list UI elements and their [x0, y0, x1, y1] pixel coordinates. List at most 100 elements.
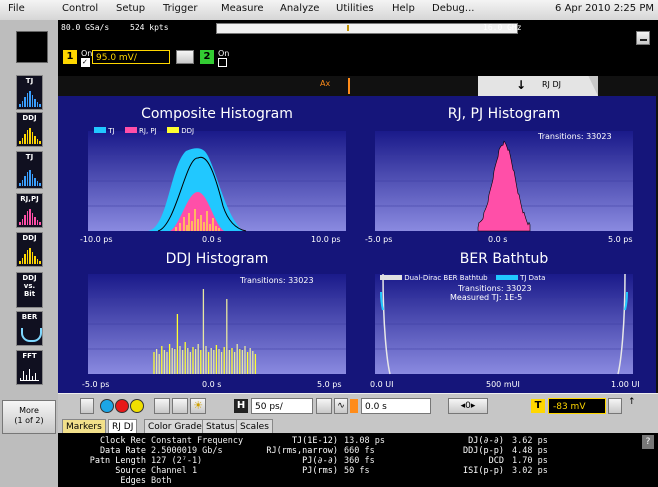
ber-xtick-0: 0.0 UI	[370, 380, 394, 389]
view-tab-spacer	[598, 76, 658, 96]
histogram-icon	[19, 247, 41, 264]
composite-legend: TJ RJ, PJ DDJ	[94, 127, 194, 135]
col2_values-1: 660 fs	[344, 446, 375, 456]
ber-xtick-1: 500 mUI	[486, 380, 520, 389]
help-button[interactable]: ?	[642, 435, 654, 449]
palette-button-rj-pj[interactable]: RJ,PJ	[16, 193, 43, 228]
delay-nav-buttons[interactable]: ◂0▸	[448, 398, 488, 414]
timebase-stepper[interactable]	[316, 398, 332, 414]
trigger-marker: Ax	[320, 79, 331, 88]
print-icon[interactable]	[172, 398, 188, 414]
view-tab-label: RJ DJ	[542, 80, 561, 89]
ber-title: BER Bathtub	[459, 251, 549, 267]
col1_values-4: Both	[151, 476, 172, 486]
ber-legend: Dual-Dirac BER Bathtub TJ Data	[380, 274, 545, 282]
brightness-icon[interactable]: ☀	[190, 398, 206, 414]
legend-label-tj: TJ	[108, 127, 115, 135]
bandwidth: 16.0 GHz	[483, 23, 522, 32]
run-stop-indicator[interactable]	[16, 31, 48, 63]
channel-1-scale-stepper[interactable]	[176, 50, 194, 64]
palette-button-ddj[interactable]: DDJ	[16, 112, 43, 147]
col1_values-2: 127 (2⁷-1)	[151, 456, 203, 466]
channel-1-checkbox[interactable]: ✓	[81, 58, 90, 67]
sine-icon[interactable]: ∿	[334, 398, 348, 414]
palette-button-ddj[interactable]: DDJ	[16, 232, 43, 267]
menu-trigger[interactable]: Trigger	[163, 3, 198, 14]
ddj-xtick-0: -5.0 ps	[82, 380, 110, 389]
channel-1-scale[interactable]: 95.0 mV/	[92, 50, 170, 64]
trigger-slope-icon[interactable]: ↑	[628, 397, 636, 407]
col2_values-3: 50 fs	[344, 466, 370, 476]
trigger-line	[348, 78, 350, 94]
tab-color-grade[interactable]: Color Grade	[144, 419, 206, 434]
col3_values-1: 4.48 ps	[512, 446, 548, 456]
display-icon[interactable]	[154, 398, 170, 414]
palette-button-label: DDJ vs. Bit	[22, 274, 37, 298]
composite-title: Composite Histogram	[141, 106, 293, 122]
delay-field[interactable]: 0.0 s	[361, 398, 431, 414]
legend-swatch-rjpj	[124, 127, 137, 133]
view-tab[interactable]: ↓ RJ DJ	[478, 76, 598, 96]
histogram-icon	[19, 208, 41, 225]
col3_labels-0: DJ(∂-∂)	[468, 436, 504, 446]
legend-label-tjdata: TJ Data	[520, 274, 546, 282]
palette-button-ddj-vs-bit[interactable]: DDJ vs. Bit	[16, 272, 43, 308]
menu-setup[interactable]: Setup	[116, 3, 145, 14]
col3_labels-3: ISI(p-p)	[463, 466, 504, 476]
col1_values-0: Constant Frequency	[151, 436, 244, 446]
menu-file[interactable]: File	[8, 3, 25, 14]
ber-transitions: Transitions: 33023	[458, 284, 532, 293]
palette-button-tj[interactable]: TJ	[16, 75, 43, 110]
legend-label-ddj: DDJ	[181, 127, 195, 135]
palette-button-label: DDJ	[22, 234, 37, 242]
menu-control[interactable]: Control	[62, 3, 98, 14]
trigger-level-stepper[interactable]	[608, 398, 622, 414]
col3_labels-1: DDJ(p-p)	[463, 446, 504, 456]
channel-color-red-icon[interactable]	[115, 399, 129, 413]
legend-swatch-ddj	[166, 127, 179, 133]
histogram-icon	[19, 90, 41, 107]
menu-analyze[interactable]: Analyze	[280, 3, 319, 14]
tab-scales[interactable]: Scales	[236, 419, 273, 434]
col2_labels-0: TJ(1E-12)	[291, 436, 338, 446]
tab-markers[interactable]: Markers	[62, 419, 106, 434]
minimize-button[interactable]	[636, 31, 650, 45]
menu-measure[interactable]: Measure	[221, 3, 264, 14]
trigger-position-strip[interactable]: Ax	[58, 76, 478, 96]
tab-rj-dj[interactable]: RJ DJ	[108, 419, 138, 434]
position-marker	[347, 25, 349, 31]
more-button[interactable]: More (1 of 2)	[2, 400, 56, 434]
palette-button-ber[interactable]: BER	[16, 311, 43, 346]
menu-utilities[interactable]: Utilities	[336, 3, 374, 14]
ber-xtick-2: 1.00 UI	[611, 380, 640, 389]
channel-color-yellow-icon[interactable]	[130, 399, 144, 413]
jitter-graph-area: Composite Histogram TJ RJ, PJ DDJ -10.0 …	[58, 96, 656, 393]
rjpj-xtick-2: 5.0 ps	[608, 235, 633, 244]
horizontal-icon: H	[234, 399, 248, 413]
palette-button-label: TJ	[25, 77, 34, 85]
palette-button-tj[interactable]: TJ	[16, 151, 43, 189]
channel-1-on-label: On	[81, 49, 93, 58]
trigger-level-field[interactable]: -83 mV	[548, 398, 606, 414]
sample-rate: 80.0 GSa/s	[61, 23, 110, 32]
date-time: 6 Apr 2010 2:25 PM	[555, 3, 654, 14]
marker-up-down-icon[interactable]	[80, 398, 94, 414]
channel-2-checkbox[interactable]	[218, 58, 227, 67]
palette-button-fft[interactable]: FFT	[16, 350, 43, 385]
col1_labels-0: Clock Rec	[99, 436, 146, 446]
tab-status[interactable]: Status	[202, 419, 239, 434]
channel-1-badge[interactable]: 1	[63, 50, 77, 64]
palette-button-label: RJ,PJ	[20, 195, 39, 203]
menu-help[interactable]: Help	[392, 3, 415, 14]
fft-icon	[20, 368, 39, 381]
timebase-field[interactable]: 50 ps/	[251, 398, 313, 414]
timebase-overview-bar[interactable]	[216, 23, 518, 34]
channel-2-badge[interactable]: 2	[200, 50, 214, 64]
menu-debug[interactable]: Debug...	[432, 3, 474, 14]
bathtub-icon	[21, 328, 42, 342]
legend-swatch-tj	[94, 127, 106, 133]
histogram-icon	[19, 127, 41, 144]
legend-label-bathtub: Dual-Dirac BER Bathtub	[404, 274, 488, 282]
rjpj-transitions: Transitions: 33023	[538, 132, 612, 141]
channel-color-cyan-icon[interactable]	[100, 399, 114, 413]
